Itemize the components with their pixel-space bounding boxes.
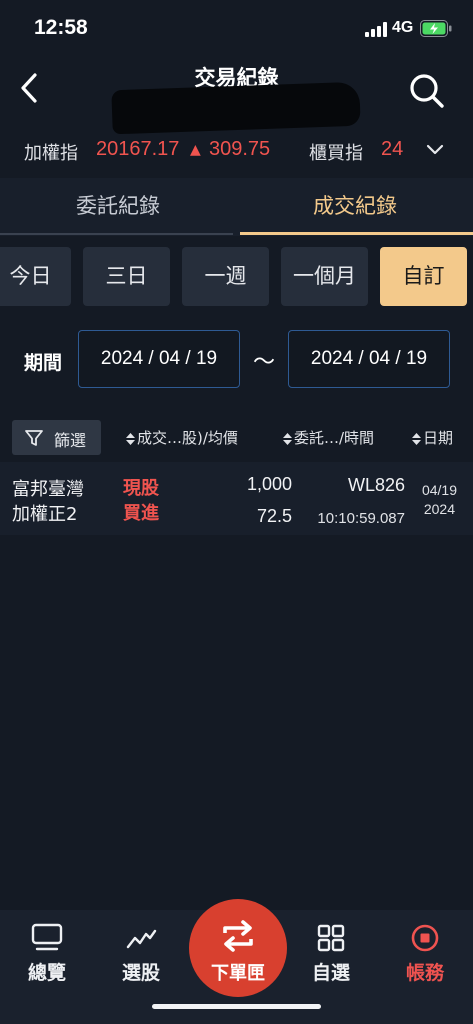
tab-trade-records[interactable]: 成交紀錄 [237, 178, 473, 236]
trade-quantity: 1,000 [246, 474, 292, 494]
sort-icon [283, 432, 292, 445]
range-today-button[interactable]: 今日 [0, 247, 71, 306]
column-label: 日期 [423, 429, 454, 447]
otc-value: 24 [381, 138, 404, 160]
order-number: WL826 [347, 475, 405, 495]
taiex-label: 加權指 [24, 143, 78, 164]
filter-button[interactable]: 篩選 [12, 420, 101, 455]
monitor-icon [31, 923, 63, 951]
record-tabs: 委託紀錄 成交紀錄 [0, 178, 473, 236]
chevron-down-icon[interactable] [426, 142, 444, 156]
nav-stock-picker[interactable]: 選股 [101, 910, 181, 990]
otc-label: 櫃買指 [309, 143, 363, 164]
end-date-field[interactable]: 2024 / 04 / 19 [288, 330, 450, 388]
app-root: 12:58 4G 交易紀錄 加權指 20167.17 ▲ 309.75 櫃買指 … [0, 0, 473, 1024]
range-custom-button[interactable]: 自訂 [380, 247, 467, 306]
trade-type-line1: 現股 [123, 478, 159, 499]
start-date-field[interactable]: 2024 / 04 / 19 [78, 330, 240, 388]
date-separator: ～ [253, 350, 276, 375]
table-row[interactable]: 富邦臺灣 加權正2 現股 買進 1,000 72.5 WL826 10:10:5… [0, 462, 473, 535]
index-ticker[interactable]: 加權指 20167.17 ▲ 309.75 櫃買指 24 [0, 128, 473, 174]
taiex-value: 20167.17 [96, 138, 180, 160]
nav-account[interactable]: 帳務 [385, 910, 465, 990]
trade-date: 04/19 [421, 482, 457, 498]
range-month-button[interactable]: 一個月 [281, 247, 368, 306]
column-date[interactable]: 日期 [411, 427, 453, 448]
sort-icon [126, 432, 135, 445]
order-box-button[interactable]: 下單匣 [189, 899, 287, 997]
network-label: 4G [392, 19, 414, 36]
nav-overview-label: 總覽 [27, 962, 66, 984]
column-label: 委託…/時間 [294, 429, 375, 447]
up-arrow-icon: ▲ [190, 142, 201, 158]
range-week-button[interactable]: 一週 [182, 247, 269, 306]
filter-label: 篩選 [54, 431, 87, 450]
trade-price: 72.5 [256, 506, 292, 526]
status-bar: 12:58 4G [0, 0, 473, 58]
signal-icon [365, 22, 389, 37]
trade-year: 2024 [423, 501, 455, 517]
nav-overview[interactable]: 總覽 [7, 910, 87, 990]
nav-picker-label: 選股 [121, 962, 160, 984]
tab-commission-records[interactable]: 委託紀錄 [0, 178, 236, 236]
redaction-mark [111, 81, 361, 135]
trade-time: 10:10:59.087 [317, 510, 405, 527]
tab-active-indicator [240, 232, 473, 235]
period-label: 期間 [24, 352, 63, 374]
search-icon[interactable] [406, 70, 446, 110]
repeat-icon [223, 920, 253, 952]
filter-icon [25, 430, 43, 446]
sort-icon [412, 432, 421, 445]
trend-chart-icon [126, 929, 157, 949]
stock-name-line2: 加權正2 [12, 504, 78, 525]
column-label: 成交…股)/均價 [137, 429, 238, 447]
status-time: 12:58 [34, 16, 88, 39]
account-icon [411, 924, 439, 952]
taiex-change: 309.75 [209, 138, 271, 160]
trade-type-line2: 買進 [123, 503, 159, 524]
header: 交易紀錄 [0, 58, 473, 135]
nav-watchlist-label: 自選 [311, 962, 350, 984]
stock-name-line1: 富邦臺灣 [12, 479, 84, 500]
nav-watchlist[interactable]: 自選 [291, 910, 371, 990]
home-indicator[interactable] [152, 1004, 321, 1009]
column-order-time[interactable]: 委託…/時間 [282, 427, 374, 448]
nav-account-label: 帳務 [405, 962, 444, 984]
battery-icon [420, 20, 452, 37]
grid-icon [317, 924, 345, 952]
range-three-days-button[interactable]: 三日 [83, 247, 170, 306]
tab-divider [0, 233, 233, 235]
column-trade-qty-price[interactable]: 成交…股)/均價 [125, 427, 238, 448]
order-box-label: 下單匣 [211, 963, 265, 984]
